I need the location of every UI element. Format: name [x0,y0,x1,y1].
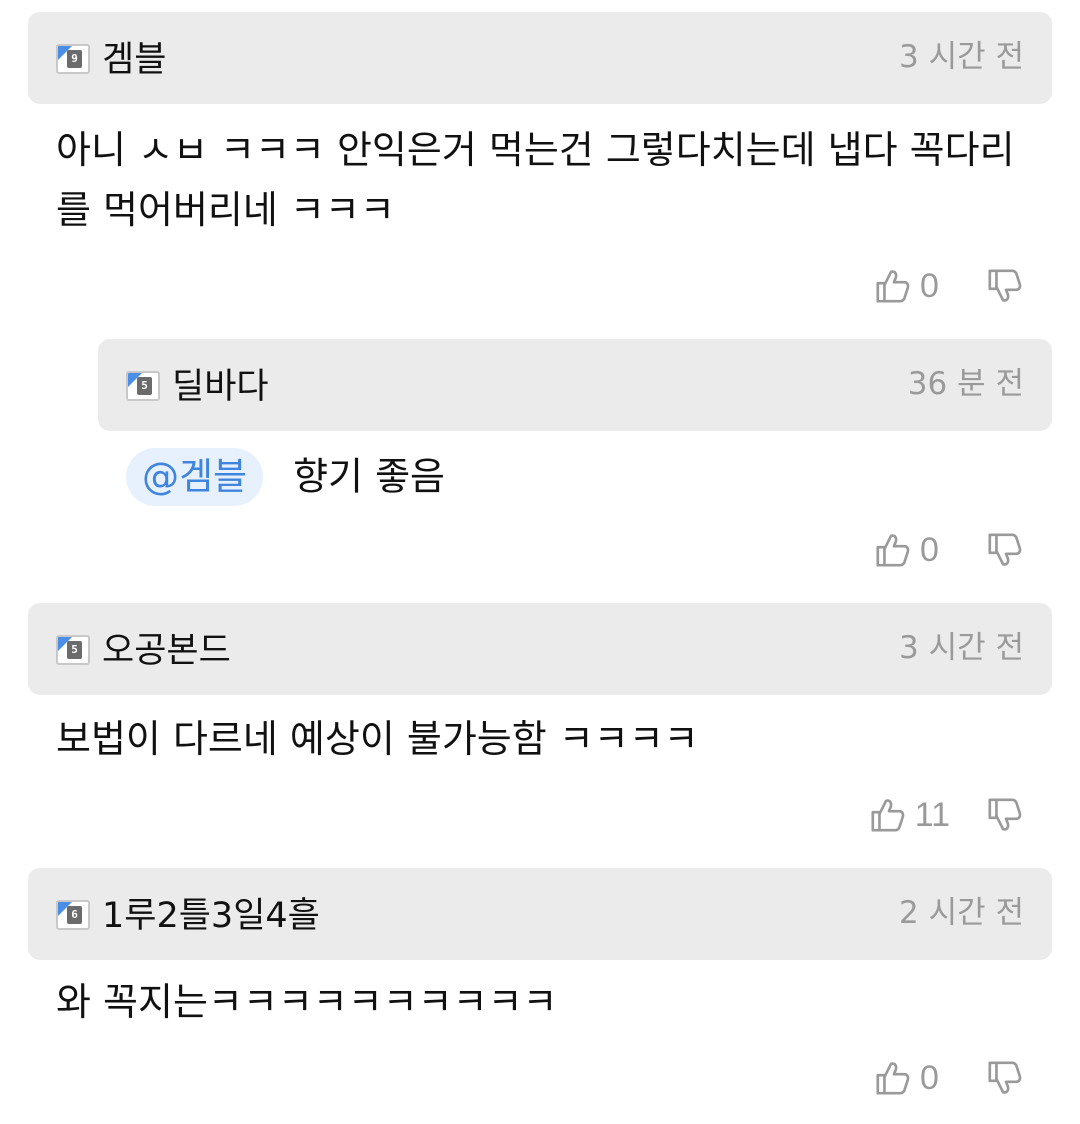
comment-text: 와 꼭지는ㅋㅋㅋㅋㅋㅋㅋㅋㅋㅋ [56,980,558,1024]
vote-bar: 11 [869,795,1024,835]
timestamp: 2 시간 전 [899,895,1024,931]
thumbs-up-icon[interactable] [874,531,912,569]
username[interactable]: 겜블 [102,38,166,82]
comment-header: 5 딜바다 36 분 전 [98,339,1052,431]
thumbs-up-icon[interactable] [874,267,912,305]
user-level-icon: 9 [56,44,90,74]
comment-header: 6 1루2틀3일4흘 2 시간 전 [28,868,1052,960]
vote-bar: 0 [874,1058,1024,1098]
user-level-icon: 5 [126,371,160,401]
thumbs-down-icon[interactable] [986,1059,1024,1097]
comment-text-row: @겜블 향기 좋음 [126,444,1026,507]
like-count: 0 [920,267,939,305]
thumbs-up-icon[interactable] [874,1059,912,1097]
mention-tag[interactable]: @겜블 [126,447,264,506]
timestamp: 3 시간 전 [899,39,1024,75]
comment-header: 9 겜블 3 시간 전 [28,12,1052,104]
like-count: 0 [920,531,939,569]
username[interactable]: 오공본드 [102,629,231,673]
thumbs-down-icon[interactable] [986,531,1024,569]
like-count: 11 [914,796,950,834]
vote-bar: 0 [874,266,1024,306]
thumbs-down-icon[interactable] [986,796,1024,834]
username[interactable]: 1루2틀3일4흘 [102,894,320,938]
timestamp: 36 분 전 [907,366,1024,402]
timestamp: 3 시간 전 [899,630,1024,666]
vote-bar: 0 [874,530,1024,570]
user-level-icon: 6 [56,900,90,930]
comment-header: 5 오공본드 3 시간 전 [28,603,1052,695]
comment-text: 아니 ㅅㅂ ㅋㅋㅋ 안익은거 먹는건 그렇다치는데 냅다 꼭다리를 먹어버리네 … [56,128,1015,232]
comment-text: 보법이 다르네 예상이 불가능함 ㅋㅋㅋㅋ [56,717,699,761]
like-count: 0 [920,1059,939,1097]
thumbs-up-icon[interactable] [869,796,907,834]
user-level-icon: 5 [56,635,90,665]
comment-text: 향기 좋음 [293,454,446,499]
thumbs-down-icon[interactable] [986,267,1024,305]
username[interactable]: 딜바다 [172,365,269,409]
